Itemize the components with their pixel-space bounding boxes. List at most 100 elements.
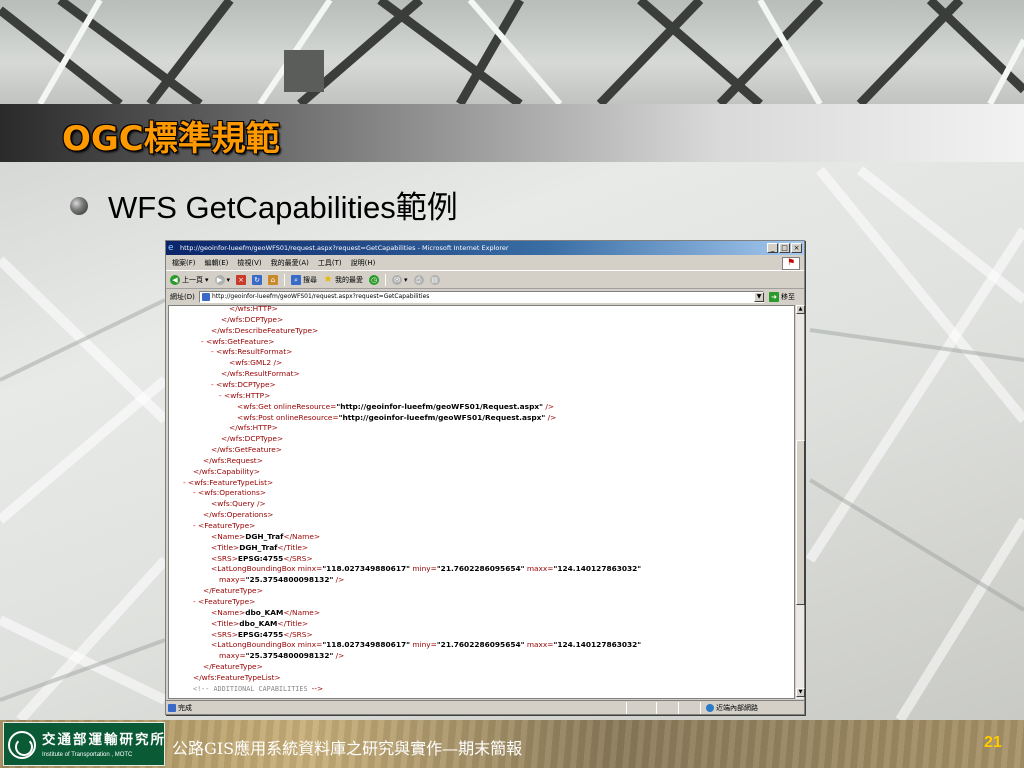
xml-line: <!-- ADDITIONAL CAPABILITIES --> <box>193 684 323 695</box>
scroll-down-button[interactable]: ▼ <box>796 688 805 697</box>
xml-token: </FeatureType> <box>203 586 263 596</box>
xml-line: </FeatureType> <box>203 662 263 673</box>
xml-token: </SRS> <box>283 629 313 639</box>
menu-bar: 檔案(F) 編輯(E) 檢視(V) 我的最愛(A) 工具(T) 說明(H) <box>166 256 804 271</box>
xml-token: <wfs:Post <box>237 412 276 422</box>
refresh-icon[interactable]: ↻ <box>252 275 263 285</box>
bullet-item: WFS GetCapabilities範例 <box>70 182 458 226</box>
xml-token: <wfs:DCPType> <box>216 379 276 389</box>
vertical-scrollbar[interactable]: ▲ ▼ <box>795 305 805 699</box>
forward-button[interactable]: ▶ ▾ <box>214 272 231 289</box>
slide-title: OGC標準規範 <box>62 119 280 159</box>
go-label: 移至 <box>781 293 795 301</box>
xml-token: </wfs:GetFeature> <box>211 445 282 455</box>
xml-viewer: </wfs:HTTP> </wfs:DCPType> </wfs:DescribeF… <box>168 305 795 699</box>
xml-token: <SRS> <box>211 553 238 563</box>
menu-view[interactable]: 檢視(V) <box>237 256 261 270</box>
window-titlebar[interactable]: e http://geoinfor-lueefm/geoWFS01/reques… <box>166 241 804 255</box>
xml-token: </FeatureType> <box>203 662 263 672</box>
menu-favorites[interactable]: 我的最愛(A) <box>271 256 309 270</box>
menu-help[interactable]: 說明(H) <box>351 256 376 270</box>
search-button[interactable]: ⌕ 搜尋 <box>291 272 317 289</box>
xml-token: miny= <box>409 640 437 650</box>
xml-line: <Title>DGH_Traf</Title> <box>211 543 308 554</box>
xml-token: </Title> <box>277 618 309 628</box>
xml-token: dbo_KAM <box>239 618 278 628</box>
menu-edit[interactable]: 編輯(E) <box>205 256 229 270</box>
xml-token: "http://geoinfor-lueefm/geoWFS01/Request… <box>338 412 546 422</box>
page-done-icon <box>168 704 176 712</box>
xml-token: <Title> <box>211 618 240 628</box>
stop-icon[interactable]: × <box>236 275 247 285</box>
xml-line: <Name>DGH_Traf</Name> <box>211 532 320 543</box>
xml-line: </wfs:Capability> <box>193 467 260 478</box>
xml-line[interactable]: - <wfs:ResultFormat> <box>211 347 292 358</box>
xml-token: /> <box>542 401 555 411</box>
xml-token: maxx= <box>524 564 554 574</box>
history-icon[interactable]: ◷ <box>369 275 380 285</box>
edit-icon[interactable]: ▤ <box>429 275 440 285</box>
back-arrow-icon: ◀ <box>170 275 180 285</box>
scroll-up-button[interactable]: ▲ <box>796 305 805 314</box>
address-dropdown[interactable]: ▼ <box>754 292 764 302</box>
xml-line: <wfs:Get onlineResource="http://geoinfor… <box>237 402 554 413</box>
xml-token: </SRS> <box>283 553 313 563</box>
xml-line: <wfs:GML2 /> <box>229 358 282 369</box>
xml-token: </wfs:DCPType> <box>221 314 284 324</box>
xml-token: "118.027349880617" <box>322 640 410 650</box>
xml-token: </wfs:Capability> <box>193 466 260 476</box>
xml-token: <wfs:ResultFormat> <box>216 347 293 357</box>
institute-name-en: Institute of Transportation , MOTC <box>42 752 133 758</box>
maximize-button[interactable]: □ <box>779 243 790 253</box>
xml-token: /> <box>333 651 345 661</box>
chevron-down-icon: ▾ <box>404 275 408 284</box>
xml-line[interactable]: - <FeatureType> <box>193 597 255 608</box>
xml-line[interactable]: - <wfs:DCPType> <box>211 380 276 391</box>
xml-line[interactable]: - <FeatureType> <box>193 521 255 532</box>
xml-line: <Title>dbo_KAM</Title> <box>211 619 308 630</box>
xml-token: <Name> <box>211 607 246 617</box>
windows-logo-icon: ⚑ <box>782 257 800 270</box>
chevron-down-icon: ▾ <box>205 275 209 284</box>
xml-token: <wfs:Operations> <box>198 488 267 498</box>
xml-line: maxy="25.3754800098132" /> <box>219 575 344 586</box>
address-input[interactable]: http://geoinfor-lueefm/geoWFS01/request.… <box>199 291 764 303</box>
xml-line: </wfs:Operations> <box>203 510 274 521</box>
menu-tools[interactable]: 工具(T) <box>318 256 342 270</box>
xml-line: <wfs:Query /> <box>211 499 266 510</box>
search-label: 搜尋 <box>303 275 318 284</box>
home-icon[interactable]: ⌂ <box>268 275 279 285</box>
xml-line[interactable]: - <wfs:HTTP> <box>219 391 270 402</box>
print-icon[interactable]: ⎙ <box>413 275 424 285</box>
xml-line[interactable]: - <wfs:GetFeature> <box>201 337 275 348</box>
xml-token: --> <box>311 683 324 693</box>
xml-line: </wfs:Request> <box>203 456 263 467</box>
minimize-button[interactable]: _ <box>767 243 778 253</box>
xml-token: dbo_KAM <box>245 607 284 617</box>
bullet-dot-icon <box>70 197 88 215</box>
status-text: 完成 <box>178 704 192 712</box>
xml-token: /> <box>333 575 345 585</box>
go-arrow-icon: ➜ <box>769 292 779 302</box>
security-zone: 近端內部網路 <box>706 701 758 715</box>
xml-token: maxy= <box>219 575 246 585</box>
xml-line[interactable]: - <wfs:Operations> <box>193 488 266 499</box>
go-button[interactable]: ➜ 移至 <box>769 290 795 304</box>
xml-line: <LatLongBoundingBox minx="118.0273498806… <box>211 564 641 575</box>
scroll-thumb[interactable] <box>796 440 805 605</box>
xml-line[interactable]: - <wfs:FeatureTypeList> <box>183 478 273 489</box>
favorites-button[interactable]: ★ 我的最愛 <box>323 272 363 289</box>
xml-line: </wfs:DescribeFeatureType> <box>211 326 318 337</box>
xml-token: "124.140127863032" <box>553 564 642 574</box>
chevron-down-icon: ▾ <box>226 275 231 284</box>
mail-button[interactable]: ✉ ▾ <box>392 272 408 289</box>
xml-token: <Name> <box>211 531 246 541</box>
xml-line: </wfs:DCPType> <box>221 434 283 445</box>
xml-token: <wfs:GML2 /> <box>229 358 283 368</box>
xml-line: </FeatureType> <box>203 586 263 597</box>
xml-token: <FeatureType> <box>198 521 256 530</box>
back-button[interactable]: ◀ 上一頁 ▾ <box>170 272 209 289</box>
footer-title: 公路GIS應用系統資料庫之研究與實作—期末簡報 <box>172 739 523 758</box>
close-button[interactable]: × <box>791 243 802 253</box>
menu-file[interactable]: 檔案(F) <box>172 256 196 270</box>
